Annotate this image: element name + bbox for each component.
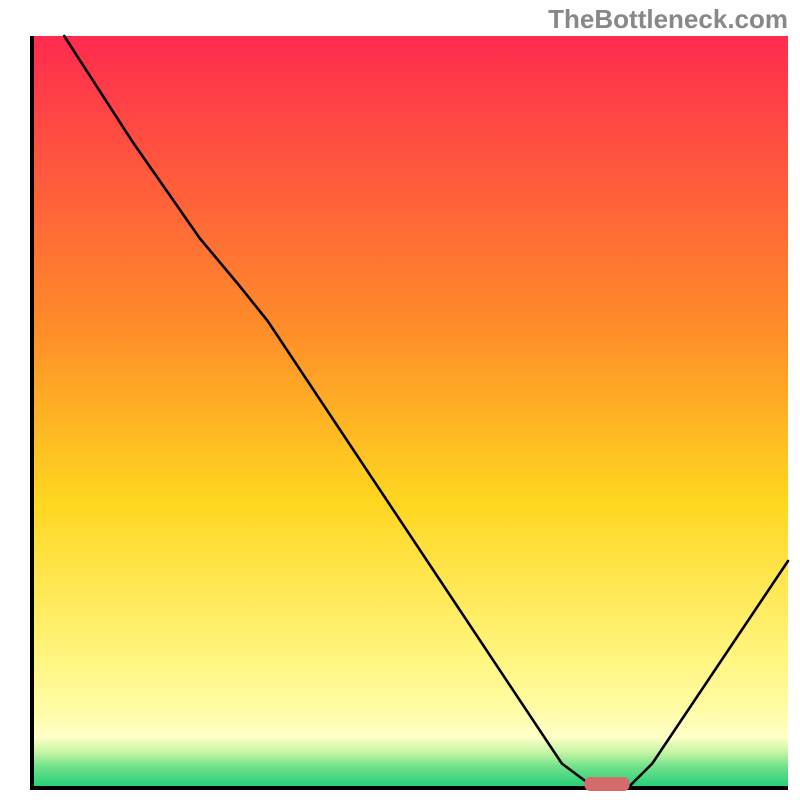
- plot-background: [34, 36, 788, 786]
- watermark-text: TheBottleneck.com: [548, 4, 788, 35]
- axis-left: [30, 36, 34, 790]
- chart-container: TheBottleneck.com: [0, 0, 800, 800]
- optimal-range-marker: [584, 777, 629, 791]
- bottleneck-chart: [0, 0, 800, 800]
- axis-bottom: [30, 786, 788, 790]
